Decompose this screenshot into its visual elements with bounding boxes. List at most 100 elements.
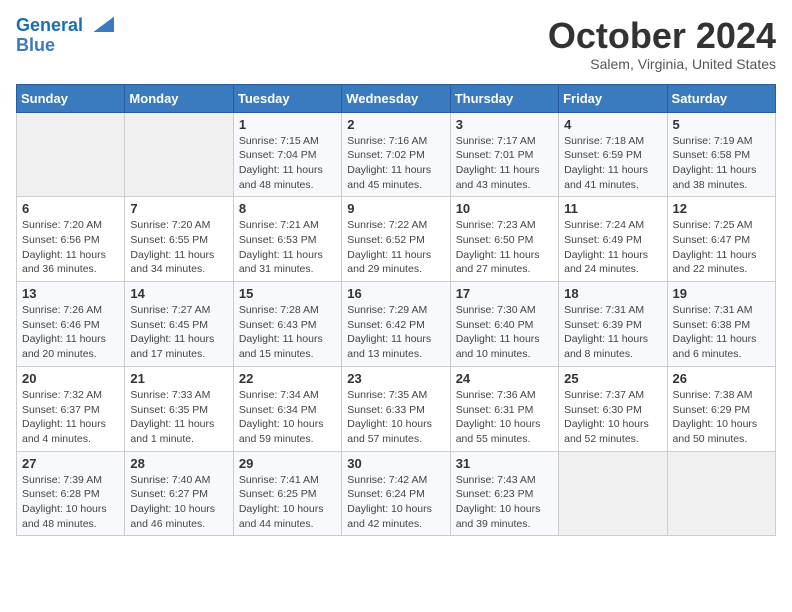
month-title: October 2024	[548, 16, 776, 56]
day-number: 27	[22, 456, 119, 471]
day-info: Sunrise: 7:16 AMSunset: 7:02 PMDaylight:…	[347, 134, 444, 193]
calendar-body: 1 Sunrise: 7:15 AMSunset: 7:04 PMDaylight…	[17, 112, 776, 536]
day-number: 2	[347, 117, 444, 132]
day-info: Sunrise: 7:37 AMSunset: 6:30 PMDaylight:…	[564, 388, 661, 447]
day-info: Sunrise: 7:38 AMSunset: 6:29 PMDaylight:…	[673, 388, 770, 447]
weekday-header-sunday: Sunday	[17, 84, 125, 112]
calendar-day-27: 27Sunrise: 7:39 AMSunset: 6:28 PMDayligh…	[17, 451, 125, 536]
calendar-day-2: 2 Sunrise: 7:16 AMSunset: 7:02 PMDaylight…	[342, 112, 450, 197]
weekday-header-monday: Monday	[125, 84, 233, 112]
calendar-day-21: 21Sunrise: 7:33 AMSunset: 6:35 PMDayligh…	[125, 366, 233, 451]
day-info: Sunrise: 7:18 AMSunset: 6:59 PMDaylight:…	[564, 134, 661, 193]
day-info: Sunrise: 7:23 AMSunset: 6:50 PMDaylight:…	[456, 218, 553, 277]
calendar-day-30: 30 Sunrise: 7:42 AMSunset: 6:24 PMDayligh…	[342, 451, 450, 536]
day-info: Sunrise: 7:28 AMSunset: 6:43 PMDaylight:…	[239, 303, 336, 362]
day-info: Sunrise: 7:31 AMSunset: 6:39 PMDaylight:…	[564, 303, 661, 362]
day-info: Sunrise: 7:32 AMSunset: 6:37 PMDaylight:…	[22, 388, 119, 447]
day-number: 16	[347, 286, 444, 301]
day-info: Sunrise: 7:24 AMSunset: 6:49 PMDaylight:…	[564, 218, 661, 277]
day-info: Sunrise: 7:40 AMSunset: 6:27 PMDaylight:…	[130, 473, 227, 532]
day-info: Sunrise: 7:41 AMSunset: 6:25 PMDaylight:…	[239, 473, 336, 532]
day-info: Sunrise: 7:26 AMSunset: 6:46 PMDaylight:…	[22, 303, 119, 362]
day-number: 18	[564, 286, 661, 301]
calendar-day-11: 11 Sunrise: 7:24 AMSunset: 6:49 PMDayligh…	[559, 197, 667, 282]
logo: General Blue	[16, 16, 114, 56]
weekday-header-thursday: Thursday	[450, 84, 558, 112]
weekday-header-saturday: Saturday	[667, 84, 775, 112]
day-number: 26	[673, 371, 770, 386]
calendar-day-8: 8 Sunrise: 7:21 AMSunset: 6:53 PMDaylight…	[233, 197, 341, 282]
day-number: 3	[456, 117, 553, 132]
day-info: Sunrise: 7:17 AMSunset: 7:01 PMDaylight:…	[456, 134, 553, 193]
day-info: Sunrise: 7:30 AMSunset: 6:40 PMDaylight:…	[456, 303, 553, 362]
day-number: 19	[673, 286, 770, 301]
day-info: Sunrise: 7:20 AMSunset: 6:55 PMDaylight:…	[130, 218, 227, 277]
day-number: 24	[456, 371, 553, 386]
calendar-day-6: 6Sunrise: 7:20 AMSunset: 6:56 PMDaylight…	[17, 197, 125, 282]
location: Salem, Virginia, United States	[548, 56, 776, 72]
day-info: Sunrise: 7:22 AMSunset: 6:52 PMDaylight:…	[347, 218, 444, 277]
calendar-day-29: 29Sunrise: 7:41 AMSunset: 6:25 PMDayligh…	[233, 451, 341, 536]
calendar-day-25: 25Sunrise: 7:37 AMSunset: 6:30 PMDayligh…	[559, 366, 667, 451]
calendar-empty-cell	[667, 451, 775, 536]
calendar-empty-cell	[559, 451, 667, 536]
calendar-day-20: 20 Sunrise: 7:32 AMSunset: 6:37 PMDayligh…	[17, 366, 125, 451]
calendar-day-31: 31 Sunrise: 7:43 AMSunset: 6:23 PMDayligh…	[450, 451, 558, 536]
day-number: 9	[347, 201, 444, 216]
day-number: 28	[130, 456, 227, 471]
calendar-day-18: 18 Sunrise: 7:31 AMSunset: 6:39 PMDayligh…	[559, 282, 667, 367]
weekday-header-tuesday: Tuesday	[233, 84, 341, 112]
calendar-day-12: 12 Sunrise: 7:25 AMSunset: 6:47 PMDayligh…	[667, 197, 775, 282]
day-info: Sunrise: 7:15 AMSunset: 7:04 PMDaylight:…	[239, 134, 336, 193]
day-number: 17	[456, 286, 553, 301]
day-number: 23	[347, 371, 444, 386]
day-info: Sunrise: 7:43 AMSunset: 6:23 PMDaylight:…	[456, 473, 553, 532]
calendar-week-row: 20 Sunrise: 7:32 AMSunset: 6:37 PMDayligh…	[17, 366, 776, 451]
day-number: 7	[130, 201, 227, 216]
calendar-day-26: 26 Sunrise: 7:38 AMSunset: 6:29 PMDayligh…	[667, 366, 775, 451]
day-number: 14	[130, 286, 227, 301]
day-info: Sunrise: 7:33 AMSunset: 6:35 PMDaylight:…	[130, 388, 227, 447]
day-info: Sunrise: 7:27 AMSunset: 6:45 PMDaylight:…	[130, 303, 227, 362]
day-info: Sunrise: 7:42 AMSunset: 6:24 PMDaylight:…	[347, 473, 444, 532]
calendar-day-28: 28 Sunrise: 7:40 AMSunset: 6:27 PMDayligh…	[125, 451, 233, 536]
title-block: October 2024 Salem, Virginia, United Sta…	[548, 16, 776, 72]
day-number: 22	[239, 371, 336, 386]
day-number: 10	[456, 201, 553, 216]
calendar-empty-cell	[125, 112, 233, 197]
day-info: Sunrise: 7:21 AMSunset: 6:53 PMDaylight:…	[239, 218, 336, 277]
day-number: 1	[239, 117, 336, 132]
calendar-day-22: 22Sunrise: 7:34 AMSunset: 6:34 PMDayligh…	[233, 366, 341, 451]
day-number: 8	[239, 201, 336, 216]
calendar-day-16: 16 Sunrise: 7:29 AMSunset: 6:42 PMDayligh…	[342, 282, 450, 367]
calendar-day-17: 17 Sunrise: 7:30 AMSunset: 6:40 PMDayligh…	[450, 282, 558, 367]
calendar-day-5: 5Sunrise: 7:19 AMSunset: 6:58 PMDaylight…	[667, 112, 775, 197]
calendar-day-7: 7 Sunrise: 7:20 AMSunset: 6:55 PMDaylight…	[125, 197, 233, 282]
day-number: 12	[673, 201, 770, 216]
calendar-week-row: 13 Sunrise: 7:26 AMSunset: 6:46 PMDayligh…	[17, 282, 776, 367]
day-number: 5	[673, 117, 770, 132]
day-info: Sunrise: 7:20 AMSunset: 6:56 PMDaylight:…	[22, 218, 119, 277]
day-info: Sunrise: 7:29 AMSunset: 6:42 PMDaylight:…	[347, 303, 444, 362]
logo-text: General	[16, 16, 114, 36]
calendar-day-23: 23Sunrise: 7:35 AMSunset: 6:33 PMDayligh…	[342, 366, 450, 451]
calendar-day-24: 24 Sunrise: 7:36 AMSunset: 6:31 PMDayligh…	[450, 366, 558, 451]
logo-blue: Blue	[16, 36, 114, 56]
day-number: 20	[22, 371, 119, 386]
calendar-week-row: 27Sunrise: 7:39 AMSunset: 6:28 PMDayligh…	[17, 451, 776, 536]
calendar-day-4: 4 Sunrise: 7:18 AMSunset: 6:59 PMDaylight…	[559, 112, 667, 197]
calendar-day-3: 3 Sunrise: 7:17 AMSunset: 7:01 PMDaylight…	[450, 112, 558, 197]
day-info: Sunrise: 7:36 AMSunset: 6:31 PMDaylight:…	[456, 388, 553, 447]
day-info: Sunrise: 7:25 AMSunset: 6:47 PMDaylight:…	[673, 218, 770, 277]
day-number: 31	[456, 456, 553, 471]
day-number: 4	[564, 117, 661, 132]
day-number: 30	[347, 456, 444, 471]
day-number: 11	[564, 201, 661, 216]
calendar-day-14: 14 Sunrise: 7:27 AMSunset: 6:45 PMDayligh…	[125, 282, 233, 367]
calendar-week-row: 6Sunrise: 7:20 AMSunset: 6:56 PMDaylight…	[17, 197, 776, 282]
weekday-header-wednesday: Wednesday	[342, 84, 450, 112]
weekday-header-friday: Friday	[559, 84, 667, 112]
calendar-header: SundayMondayTuesdayWednesdayThursdayFrid…	[17, 84, 776, 112]
calendar-day-19: 19Sunrise: 7:31 AMSunset: 6:38 PMDayligh…	[667, 282, 775, 367]
day-number: 13	[22, 286, 119, 301]
